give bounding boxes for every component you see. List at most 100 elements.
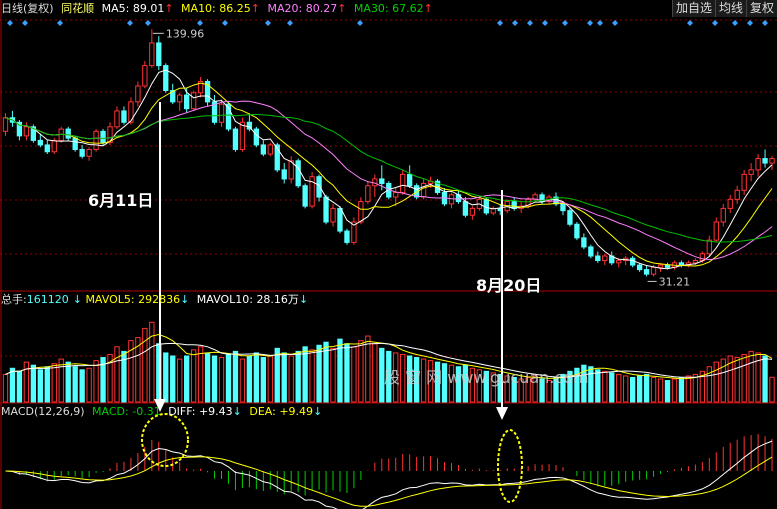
total-volume: 161120 — [26, 293, 69, 306]
candle-body — [379, 178, 385, 184]
candle-body — [51, 139, 57, 153]
macd-header: MACD(12,26,9) MACD: -0.31 DIFF: +9.43↓ D… — [1, 404, 326, 420]
ma20-label: MA20: 80.27↑ — [267, 2, 347, 15]
volume-bar — [190, 349, 197, 403]
candle-body — [295, 160, 301, 187]
candle-body — [636, 264, 643, 271]
candle-body — [734, 189, 740, 200]
volume-bar — [197, 346, 204, 403]
candle-body — [769, 158, 775, 164]
candle-body — [567, 210, 573, 225]
candle-body — [358, 201, 364, 223]
candle-body — [588, 246, 594, 257]
volume-bar — [344, 343, 350, 403]
volume-bar — [629, 376, 636, 403]
candle-body — [86, 148, 92, 157]
volume-bar — [79, 369, 85, 403]
volume-bar — [16, 370, 23, 403]
volume-bar — [636, 375, 643, 403]
chart-grid — [0, 0, 777, 509]
candle-body — [720, 207, 726, 223]
add-watchlist-button[interactable]: 加自选 — [671, 0, 715, 17]
candle-body — [643, 269, 650, 275]
candle-body — [462, 201, 469, 216]
volume-bar — [204, 352, 211, 403]
candle-body — [260, 144, 266, 155]
volume-bar — [748, 350, 754, 403]
volume-bar — [650, 376, 657, 403]
volume-bar — [623, 375, 629, 403]
candle-body — [330, 207, 336, 223]
candle-body — [420, 182, 427, 198]
volume-bar — [225, 353, 232, 403]
candle-body — [190, 92, 197, 110]
volume-bar — [114, 346, 120, 403]
toolbar: 加自选 均线 复权 — [671, 0, 777, 17]
candle-body — [37, 139, 43, 146]
ma-button[interactable]: 均线 — [714, 0, 746, 17]
volume-bar — [713, 361, 719, 403]
volume-bar — [643, 373, 650, 403]
volume-header: 总手:161120 ↓ MAVOL5: 292836↓ MAVOL10: 28.1… — [1, 293, 309, 306]
volume-bar — [734, 357, 740, 403]
dea-value: DEA: +9.49↓ — [249, 405, 323, 418]
diff-value: DIFF: +9.43↓ — [168, 405, 242, 418]
volume-bar — [37, 369, 43, 403]
candle-body — [581, 237, 587, 248]
candle-body — [616, 260, 622, 264]
volume-bar — [232, 350, 239, 403]
candle-body — [65, 128, 71, 139]
candle-body — [281, 169, 287, 180]
candle-body — [400, 173, 406, 194]
price-header: 日线(复权) 同花顺 MA5: 89.01↑ MA10: 86.25↑ MA20… — [1, 1, 437, 17]
volume-bar — [51, 363, 57, 403]
candle-body — [755, 158, 761, 171]
candle-body — [253, 128, 260, 146]
candle-body — [748, 169, 754, 175]
volume-bar — [657, 378, 664, 403]
candle-body — [121, 110, 127, 123]
volume-bar — [316, 344, 322, 403]
candle-body — [574, 223, 580, 239]
candle-body — [483, 198, 489, 214]
candle-body — [79, 148, 85, 157]
candle-body — [741, 173, 747, 191]
candle-body — [23, 126, 30, 137]
candle-body — [595, 255, 601, 262]
candle-body — [713, 221, 719, 241]
volume-bar — [260, 357, 266, 403]
volume-bar — [253, 352, 260, 403]
macd-value: MACD: -0.31 — [92, 405, 161, 418]
candle-body — [72, 137, 78, 150]
candle-body — [114, 110, 120, 128]
volume-bar — [330, 347, 336, 403]
date2-label: 8月20日 — [476, 276, 541, 295]
candle-body — [184, 94, 190, 110]
volume-bar — [595, 369, 601, 403]
candle-body — [163, 65, 169, 92]
volume-bar — [267, 355, 273, 403]
mavol10-label: MAVOL10: 28.16万↓ — [196, 293, 309, 306]
candle-body — [762, 158, 768, 164]
date1-label: 6月11日 — [88, 191, 153, 210]
candle-body — [142, 65, 148, 87]
volume-bar — [372, 343, 378, 403]
volume-bar — [218, 357, 225, 403]
candle-body — [156, 42, 162, 67]
candle-body — [239, 121, 246, 150]
volume-bar — [302, 346, 308, 403]
volume-bar — [692, 373, 699, 403]
candle-body — [365, 185, 371, 203]
candle-body — [560, 203, 566, 212]
volume-bar — [295, 350, 301, 403]
candle-body — [100, 130, 106, 144]
volume-bar — [239, 358, 246, 403]
adjust-button[interactable]: 复权 — [745, 0, 777, 17]
candle-body — [2, 117, 9, 132]
volume-bar — [23, 361, 30, 403]
candle-body — [149, 42, 155, 67]
volume-bar — [149, 321, 155, 403]
volume-bar — [671, 378, 678, 403]
candle-body — [407, 173, 413, 187]
volume-bar — [93, 360, 99, 403]
